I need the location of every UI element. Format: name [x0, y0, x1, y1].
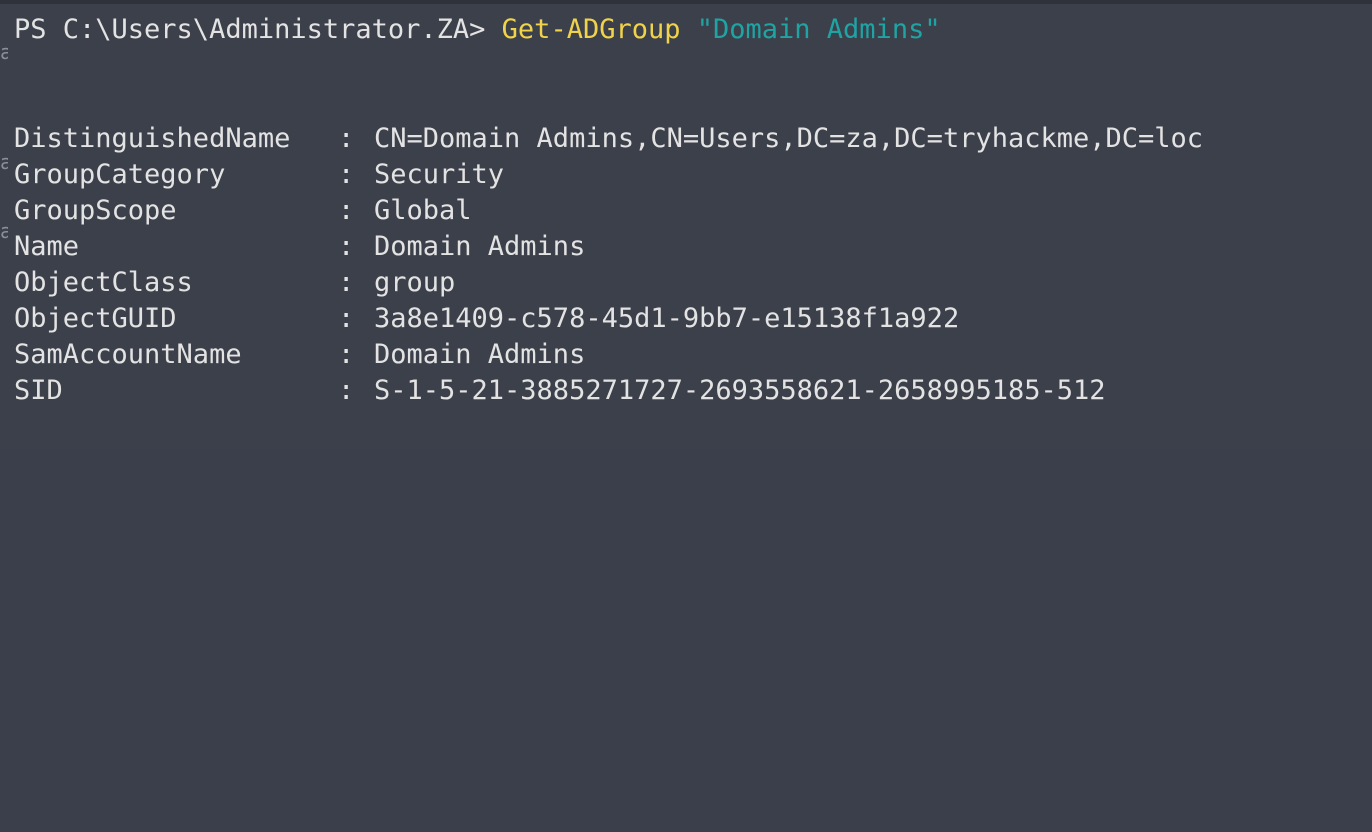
prompt-text: PS C:\Users\Administrator.ZA>: [14, 14, 486, 45]
separator: :: [338, 303, 355, 334]
separator: :: [338, 375, 355, 406]
property-value: group: [374, 267, 456, 298]
property-value: Domain Admins: [374, 339, 586, 370]
output-row: DistinguishedName: CN=Domain Admins,CN=Us…: [14, 121, 1203, 157]
output-row: GroupScope: Global: [14, 193, 472, 229]
output-row: SID: S-1-5-21-3885271727-2693558621-26589…: [14, 373, 1106, 409]
output-row: ObjectGUID:3a8e1409-c578-45d1-9bb7-e1513…: [14, 301, 959, 337]
property-value: S-1-5-21-3885271727-2693558621-265899518…: [374, 375, 1106, 406]
property-name: ObjectClass: [14, 267, 193, 298]
gutter-fragment: a: [0, 221, 8, 241]
property-value: 3a8e1409-c578-45d1-9bb7-e15138f1a922: [374, 303, 960, 334]
property-name: SamAccountName: [14, 339, 242, 370]
property-name: ObjectGUID: [14, 303, 177, 334]
output-row: ObjectClass: group: [14, 265, 455, 301]
output-row: SamAccountName: Domain Admins: [14, 337, 585, 373]
property-value: Domain Admins: [374, 231, 586, 262]
cmdlet-argument: "Domain Admins": [696, 14, 941, 45]
gutter-fragment: a: [0, 42, 8, 62]
powershell-terminal[interactable]: a a a PS C:\Users\Administrator.ZA> Get-…: [0, 0, 1372, 449]
property-value: Security: [374, 159, 505, 190]
cmdlet-name: Get-ADGroup: [501, 14, 681, 45]
property-name: Name: [14, 231, 80, 262]
property-name: SID: [14, 375, 63, 406]
property-value: Global: [374, 195, 472, 226]
property-value: CN=Domain Admins,CN=Users,DC=za,DC=tryha…: [374, 123, 1204, 154]
separator: :: [338, 123, 355, 154]
output-row: Name: Domain Admins: [14, 229, 585, 265]
separator: :: [338, 267, 355, 298]
separator: :: [338, 195, 355, 226]
separator: :: [338, 231, 355, 262]
property-name: GroupCategory: [14, 159, 226, 190]
gutter-fragment: a: [0, 152, 8, 172]
command-line: PS C:\Users\Administrator.ZA> Get-ADGrou…: [14, 12, 941, 48]
property-name: GroupScope: [14, 195, 177, 226]
output-row: GroupCategory: Security: [14, 157, 504, 193]
property-name: DistinguishedName: [14, 123, 291, 154]
separator: :: [338, 159, 355, 190]
separator: :: [338, 339, 355, 370]
